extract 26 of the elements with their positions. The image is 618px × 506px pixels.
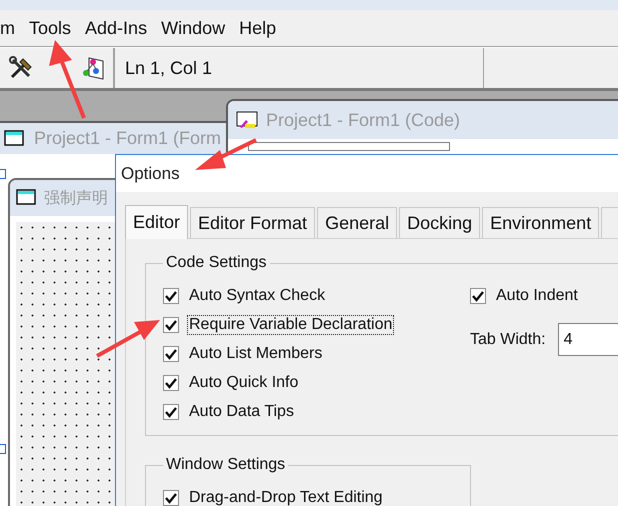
tab[interactable]: Editor Format bbox=[190, 207, 316, 238]
group-title: Window Settings bbox=[165, 456, 286, 474]
checkbox-label: Auto Data Tips bbox=[188, 402, 295, 420]
input-field[interactable]: 4 bbox=[558, 323, 618, 356]
window-title: Project1 - Form1 (Form bbox=[34, 128, 222, 149]
menu-item[interactable]: Tools bbox=[22, 16, 78, 40]
field-label: Tab Width: bbox=[470, 330, 546, 348]
tab[interactable]: General bbox=[317, 207, 398, 238]
checkbox-label: Auto Indent bbox=[495, 286, 579, 304]
group-title: Code Settings bbox=[165, 254, 268, 272]
checkbox-label: Auto Quick Info bbox=[188, 374, 300, 392]
menu-item[interactable]: Add-Ins bbox=[78, 16, 154, 40]
checkbox-label: Auto List Members bbox=[188, 344, 324, 362]
menu-item[interactable]: Help bbox=[232, 16, 284, 40]
tab[interactable]: Editor bbox=[125, 205, 188, 239]
tab[interactable]: Docking bbox=[399, 207, 480, 238]
window-title: Project1 - Form1 (Code) bbox=[266, 110, 460, 130]
cursor-position-text: Ln 1, Col 1 bbox=[125, 58, 212, 78]
dialog-title: Options bbox=[116, 155, 618, 192]
window-title: 强制声明 bbox=[44, 188, 108, 208]
checkbox-label: Drag-and-Drop Text Editing bbox=[188, 488, 384, 506]
tab[interactable]: Environment bbox=[482, 207, 600, 238]
menu-item[interactable]: m bbox=[0, 16, 22, 40]
menu-item[interactable]: Window bbox=[154, 16, 232, 40]
checkbox-label: Require Variable Declaration bbox=[188, 316, 394, 334]
checkbox-label: Auto Syntax Check bbox=[188, 286, 326, 304]
